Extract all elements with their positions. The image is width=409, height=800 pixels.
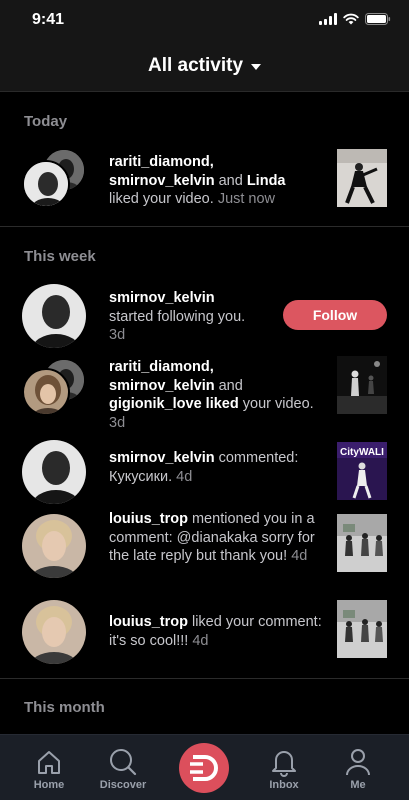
- status-icons: [319, 13, 391, 25]
- header: All activity: [0, 40, 409, 92]
- follow-button[interactable]: Follow: [283, 300, 387, 330]
- tab-label: Discover: [99, 779, 147, 791]
- status-time: 9:41: [32, 11, 65, 28]
- timestamp: Just now: [217, 191, 276, 207]
- tab-label: Inbox: [269, 779, 299, 791]
- notification-row[interactable]: smirnov_kelvin started following you. 3d…: [0, 284, 409, 348]
- connector-text: and: [214, 377, 243, 394]
- action-text: liked your comment:: [187, 614, 322, 630]
- thumbnail-caption: CityWALI: [340, 447, 384, 458]
- comment-text: Кукусики.: [109, 468, 173, 485]
- comment-text: it's so cool!!!: [109, 632, 189, 649]
- timestamp: 3d: [109, 327, 126, 343]
- username[interactable]: rariti_diamond,: [109, 359, 214, 375]
- create-video-button[interactable]: [179, 743, 229, 793]
- timestamp: 4d: [291, 548, 308, 564]
- notification-row[interactable]: rariti_diamond, smirnov_kelvin and gigio…: [0, 356, 409, 431]
- video-thumbnail[interactable]: [337, 514, 387, 572]
- avatar[interactable]: [22, 284, 86, 348]
- action-text: your video.: [238, 396, 314, 412]
- timestamp: 3d: [109, 414, 126, 431]
- connector-text: and: [214, 172, 247, 189]
- video-thumbnail[interactable]: [337, 149, 387, 207]
- bottom-tab-bar: Home Discover Inbox Me: [0, 734, 409, 800]
- action-text: liked your video.: [109, 191, 214, 207]
- status-bar: 9:41: [0, 0, 409, 40]
- tab-discover[interactable]: Discover: [88, 735, 158, 800]
- notification-text: louius_trop liked your comment: it's so …: [109, 613, 329, 650]
- chevron-down-icon: [251, 63, 262, 70]
- tab-home[interactable]: Home: [14, 735, 84, 800]
- notification-text: smirnov_kelvin commented: Кукусики. 4d: [109, 449, 329, 486]
- wifi-icon: [343, 13, 359, 25]
- action-text: started following you.: [109, 308, 246, 325]
- battery-icon: [365, 13, 391, 25]
- notification-row[interactable]: louius_trop liked your comment: it's so …: [0, 600, 409, 664]
- profile-icon: [346, 749, 370, 776]
- username[interactable]: smirnov_kelvin: [109, 173, 215, 189]
- section-header-this-week: This week: [24, 248, 96, 265]
- username[interactable]: smirnov_kelvin: [109, 450, 215, 466]
- notification-text: louius_trop mentioned you in a comment: …: [109, 510, 329, 566]
- video-thumbnail[interactable]: [337, 356, 387, 414]
- avatar[interactable]: [22, 440, 86, 504]
- avatar[interactable]: [22, 160, 70, 208]
- avatar[interactable]: [22, 368, 70, 416]
- section-divider: [0, 226, 409, 227]
- action-text: commented:: [214, 450, 299, 466]
- activity-feed[interactable]: Today rariti_diamond, smirnov_kelvin and…: [0, 92, 409, 734]
- section-header-today: Today: [24, 113, 68, 130]
- bell-icon: [272, 751, 296, 777]
- timestamp: 4d: [176, 468, 193, 485]
- section-header-this-month: This month: [24, 699, 105, 716]
- notification-row[interactable]: smirnov_kelvin commented: Кукусики. 4d C…: [0, 440, 409, 504]
- username[interactable]: rariti_diamond,: [109, 154, 214, 170]
- username[interactable]: louius_trop: [109, 511, 188, 527]
- cellular-signal-icon: [319, 13, 337, 25]
- avatar[interactable]: [22, 600, 86, 664]
- notification-text: smirnov_kelvin started following you. 3d: [109, 289, 279, 345]
- video-thumbnail[interactable]: [337, 600, 387, 658]
- username[interactable]: louius_trop: [109, 614, 188, 630]
- page-title: All activity: [147, 54, 244, 76]
- username[interactable]: smirnov_kelvin: [109, 290, 215, 306]
- avatar[interactable]: [22, 514, 86, 578]
- notification-row[interactable]: louius_trop mentioned you in a comment: …: [0, 511, 409, 590]
- tab-label: Me: [350, 779, 366, 791]
- notification-text: rariti_diamond, smirnov_kelvin and gigio…: [109, 358, 329, 432]
- tab-inbox[interactable]: Inbox: [249, 735, 319, 800]
- timestamp: 4d: [192, 632, 209, 649]
- activity-filter-dropdown[interactable]: All activity: [147, 54, 262, 77]
- home-icon: [38, 751, 60, 774]
- search-icon: [110, 749, 137, 776]
- notification-row[interactable]: rariti_diamond, smirnov_kelvin and Linda…: [0, 144, 409, 216]
- username[interactable]: gigionik_love liked: [109, 396, 239, 412]
- app-logo-icon: [190, 755, 218, 781]
- username[interactable]: smirnov_kelvin: [109, 378, 215, 394]
- username[interactable]: Linda: [247, 173, 286, 189]
- video-thumbnail[interactable]: CityWALI: [337, 442, 387, 500]
- section-divider: [0, 678, 409, 679]
- tab-label: Home: [33, 779, 65, 791]
- tab-me[interactable]: Me: [323, 735, 393, 800]
- notification-text: rariti_diamond, smirnov_kelvin and Linda…: [109, 153, 329, 209]
